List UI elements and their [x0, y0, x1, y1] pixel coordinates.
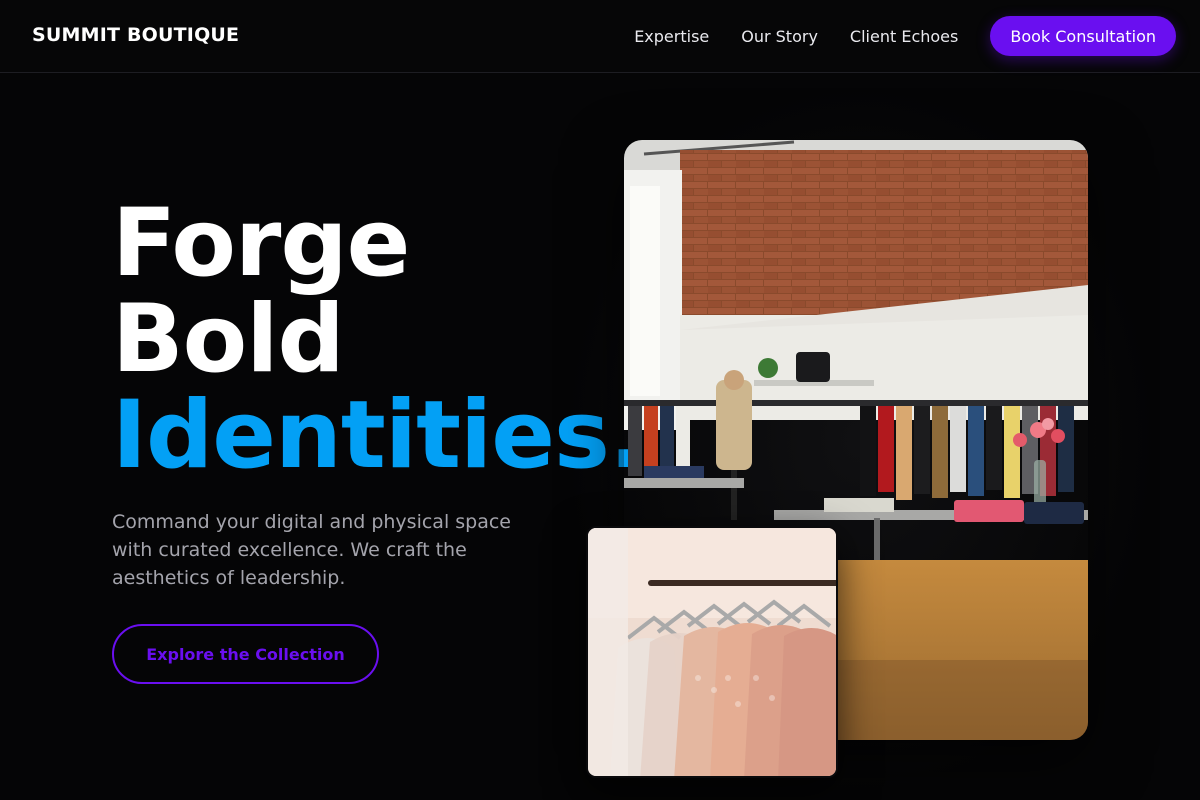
nav-link-client-echoes[interactable]: Client Echoes — [850, 27, 958, 46]
headline-line-2: Bold — [112, 285, 345, 394]
hero-headline: Forge Bold Identities. — [112, 189, 645, 490]
dresses-rack-image — [586, 526, 838, 778]
top-navbar: SUMMIT BOUTIQUE Expertise Our Story Clie… — [0, 0, 1200, 73]
nav-links: Expertise Our Story Client Echoes Book C… — [634, 0, 1176, 72]
headline-line-3-accent: Identities. — [112, 381, 645, 490]
nav-link-our-story[interactable]: Our Story — [741, 27, 818, 46]
dresses-rack-illustration — [588, 528, 836, 776]
explore-collection-button[interactable]: Explore the Collection — [112, 624, 379, 684]
hero-subcopy: Command your digital and physical space … — [112, 511, 511, 589]
nav-link-expertise[interactable]: Expertise — [634, 27, 709, 46]
brand-logo[interactable]: SUMMIT BOUTIQUE — [32, 24, 239, 46]
book-consultation-button[interactable]: Book Consultation — [990, 16, 1176, 56]
headline-line-1: Forge — [112, 189, 410, 298]
